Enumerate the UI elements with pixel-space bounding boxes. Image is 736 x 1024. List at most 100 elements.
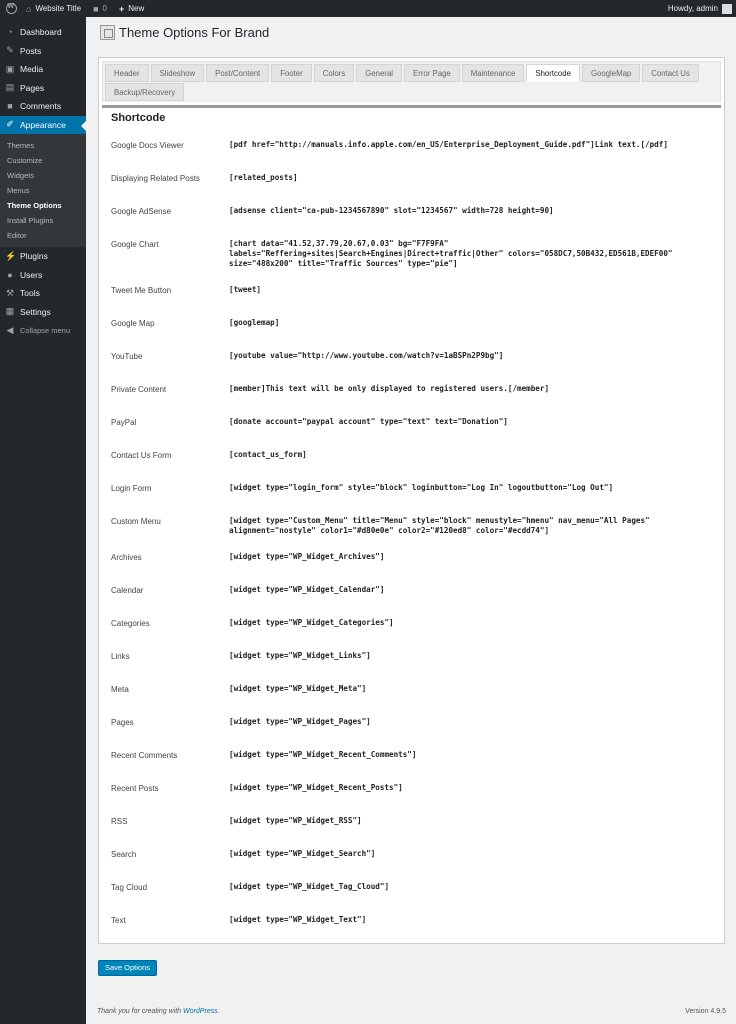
submenu-item-customize[interactable]: Customize xyxy=(0,153,86,168)
shortcode-label: Login Form xyxy=(111,484,152,493)
sidebar-item-posts[interactable]: ✎ Posts xyxy=(0,42,86,61)
shortcode-label: Tweet Me Button xyxy=(111,286,172,295)
shortcode-code[interactable]: [adsense client="ca-pub-1234567890" slot… xyxy=(229,206,711,216)
tab-error-page[interactable]: Error Page xyxy=(404,64,460,82)
site-title: Website Title xyxy=(35,4,82,13)
shortcode-label: Recent Comments xyxy=(111,751,178,760)
shortcode-label: YouTube xyxy=(111,352,143,361)
shortcode-code[interactable]: [widget type="WP_Widget_Tag_Cloud"] xyxy=(229,882,711,892)
avatar[interactable] xyxy=(722,3,732,14)
shortcode-code[interactable]: [widget type="WP_Widget_Pages"] xyxy=(229,717,711,727)
shortcode-code[interactable]: [widget type="WP_Widget_RSS"] xyxy=(229,816,711,826)
tab-general[interactable]: General xyxy=(356,64,403,82)
new-label: New xyxy=(128,4,145,13)
shortcode-code[interactable]: [contact_us_form] xyxy=(229,450,711,460)
sidebar-item-comments[interactable]: ■ Comments xyxy=(0,97,86,116)
shortcode-code[interactable]: [widget type="Custom_Menu" title="Menu" … xyxy=(229,516,711,536)
plus-icon: + xyxy=(118,3,125,14)
tab-divider xyxy=(102,105,721,108)
shortcode-row: Links [widget type="WP_Widget_Links"] xyxy=(111,651,711,684)
wordpress-logo-icon[interactable] xyxy=(2,0,20,17)
shortcode-row: Pages [widget type="WP_Widget_Pages"] xyxy=(111,717,711,750)
comment-bubble-icon: ■ xyxy=(93,3,99,14)
shortcode-label: Pages xyxy=(111,718,134,727)
tab-slideshow[interactable]: Slideshow xyxy=(150,64,205,82)
sidebar-item-users[interactable]: ● Users xyxy=(0,266,86,285)
sidebar-item-tools[interactable]: ⚒ Tools xyxy=(0,284,86,303)
shortcode-code[interactable]: [tweet] xyxy=(229,285,711,295)
sidebar-item-label: Appearance xyxy=(20,119,66,130)
tab-header[interactable]: Header xyxy=(105,64,149,82)
site-title-link[interactable]: ⌂ Website Title xyxy=(20,0,87,17)
save-options-button[interactable]: Save Options xyxy=(98,960,158,976)
shortcode-code[interactable]: [widget type="WP_Widget_Recent_Comments"… xyxy=(229,750,711,760)
tab-googlemap[interactable]: GoogleMap xyxy=(581,64,641,82)
tab-post-content[interactable]: Post/Content xyxy=(206,64,270,82)
page-title: Theme Options For Brand xyxy=(119,25,270,40)
collapse-arrow-icon: ◀ xyxy=(6,324,14,335)
shortcode-row: Custom Menu [widget type="Custom_Menu" ti… xyxy=(111,516,711,552)
tab-maintenance[interactable]: Maintenance xyxy=(461,64,525,82)
wordpress-link[interactable]: WordPress xyxy=(183,1008,218,1015)
shortcode-code[interactable]: [widget type="WP_Widget_Meta"] xyxy=(229,684,711,694)
shortcode-row: Calendar [widget type="WP_Widget_Calendar… xyxy=(111,585,711,618)
tab-colors[interactable]: Colors xyxy=(313,64,355,82)
shortcode-row: Meta [widget type="WP_Widget_Meta"] xyxy=(111,684,711,717)
shortcode-code[interactable]: [member]This text will be only displayed… xyxy=(229,384,711,394)
shortcode-label: Meta xyxy=(111,685,129,694)
shortcode-code[interactable]: [widget type="WP_Widget_Archives"] xyxy=(229,552,711,562)
shortcode-code[interactable]: [pdf href="http://manuals.info.apple.com… xyxy=(229,140,711,150)
sidebar-item-settings[interactable]: ▦ Settings xyxy=(0,303,86,322)
shortcode-code[interactable]: [widget type="login_form" style="block" … xyxy=(229,483,711,493)
new-content-link[interactable]: + New xyxy=(113,0,150,17)
shortcode-code[interactable]: [related_posts] xyxy=(229,173,711,183)
sidebar-item-label: Media xyxy=(20,64,44,75)
shortcode-code[interactable]: [widget type="WP_Widget_Categories"] xyxy=(229,618,711,628)
shortcode-row: Text [widget type="WP_Widget_Text"] xyxy=(111,915,711,948)
submenu-item-widgets[interactable]: Widgets xyxy=(0,168,86,183)
shortcode-code[interactable]: [widget type="WP_Widget_Search"] xyxy=(229,849,711,859)
sidebar-item-dashboard[interactable]: ◔ Dashboard xyxy=(0,23,86,42)
shortcode-row: Login Form [widget type="login_form" styl… xyxy=(111,483,711,516)
paintbrush-icon: ✐ xyxy=(6,119,14,130)
shortcode-row: Google Docs Viewer [pdf href="http://manu… xyxy=(111,140,711,173)
submenu-item-menus[interactable]: Menus xyxy=(0,183,86,198)
shortcode-code[interactable]: [googlemap] xyxy=(229,318,711,328)
sidebar-item-plugins[interactable]: ⚡ Plugins xyxy=(0,247,86,266)
options-panel: Header Slideshow Post/Content Footer Colors G… xyxy=(98,57,725,944)
shortcode-label: Google Map xyxy=(111,319,155,328)
comments-link[interactable]: ■ 0 xyxy=(87,0,113,17)
shortcode-code[interactable]: [chart data="41.52,37.79,20.67,0.03" bg=… xyxy=(229,239,711,269)
shortcode-label: Recent Posts xyxy=(111,784,159,793)
submenu-item-themes[interactable]: Themes xyxy=(0,138,86,153)
howdy-user[interactable]: Howdy, admin xyxy=(668,4,718,13)
tab-shortcode[interactable]: Shortcode xyxy=(526,64,580,82)
footer-thanks-text: Thank you for creating with xyxy=(97,1008,183,1015)
tab-backup-recovery[interactable]: Backup/Recovery xyxy=(105,83,185,101)
submenu-item-editor[interactable]: Editor xyxy=(0,228,86,243)
submenu-item-theme-options[interactable]: Theme Options xyxy=(0,198,86,213)
tab-footer[interactable]: Footer xyxy=(271,64,312,82)
shortcode-code[interactable]: [youtube value="http://www.youtube.com/w… xyxy=(229,351,711,361)
shortcode-row: Private Content [member]This text will be… xyxy=(111,384,711,417)
admin-sidebar: ◔ Dashboard ✎ Posts ▣ Media ▤ Pages ■ Comments ✐ Ap… xyxy=(0,17,86,1024)
shortcode-code[interactable]: [donate account="paypal account" type="t… xyxy=(229,417,711,427)
sidebar-item-pages[interactable]: ▤ Pages xyxy=(0,79,86,98)
theme-options-icon xyxy=(100,25,115,40)
sidebar-item-appearance[interactable]: ✐ Appearance xyxy=(0,115,86,134)
collapse-menu-button[interactable]: ◀ Collapse menu xyxy=(0,321,86,340)
shortcode-label: Categories xyxy=(111,619,150,628)
shortcode-code[interactable]: [widget type="WP_Widget_Links"] xyxy=(229,651,711,661)
appearance-submenu: Themes Customize Widgets Menus Theme Options… xyxy=(0,134,86,247)
shortcode-row: Recent Comments [widget type="WP_Widget_R… xyxy=(111,750,711,783)
users-icon: ● xyxy=(7,269,13,280)
pin-icon: ✎ xyxy=(6,45,14,56)
shortcode-code[interactable]: [widget type="WP_Widget_Text"] xyxy=(229,915,711,925)
tab-contact-us[interactable]: Contact Us xyxy=(642,64,699,82)
submenu-item-install-plugins[interactable]: Install Plugins xyxy=(0,213,86,228)
page-header: Theme Options For Brand xyxy=(100,25,269,40)
sidebar-item-media[interactable]: ▣ Media xyxy=(0,60,86,79)
main-content: Theme Options For Brand Header Slideshow P… xyxy=(86,17,736,1024)
shortcode-code[interactable]: [widget type="WP_Widget_Recent_Posts"] xyxy=(229,783,711,793)
shortcode-code[interactable]: [widget type="WP_Widget_Calendar"] xyxy=(229,585,711,595)
